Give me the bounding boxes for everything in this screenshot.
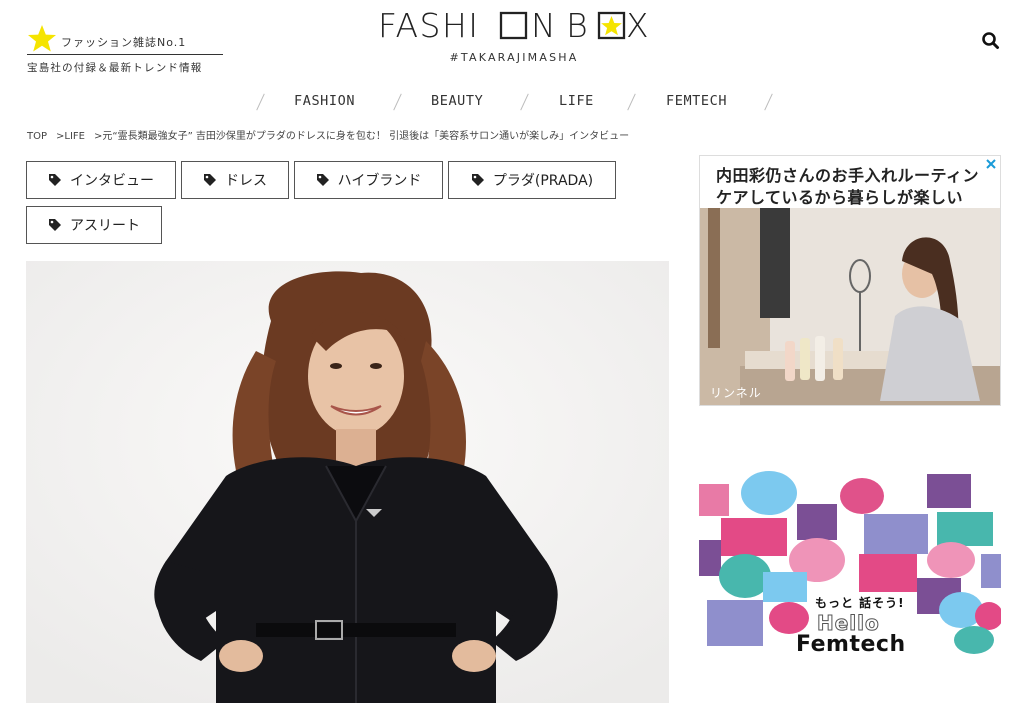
tag-dress[interactable]: ドレス [181,161,289,199]
hero-photo [26,261,669,703]
nav-divider [524,92,525,112]
sidebar-ad-femtech[interactable]: もっと 話そう! Hello Femtech [699,468,1001,664]
tag-prada[interactable]: プラダ(PRADA) [448,161,616,199]
tag-label: プラダ(PRADA) [492,173,594,189]
search-icon [982,32,999,49]
tag-interview[interactable]: インタビュー [26,161,176,199]
breadcrumb-life[interactable]: LIFE [64,131,85,142]
ad-motto: もっと 話そう! [815,596,905,610]
logo-wordmark: FASHI N B X [378,6,649,45]
site-logo[interactable]: FASHI N B X #TAKARAJIMASHA [378,4,650,70]
tag-icon [204,174,216,186]
nav-item-femtech[interactable]: FEMTECH [666,93,727,109]
tag-athlete[interactable]: アスリート [26,206,162,244]
tag-high-brand[interactable]: ハイブランド [294,161,443,199]
logo-tagline: #TAKARAJIMASHA [449,51,579,64]
ad-headline-line2: ケアしているから暮らしが楽しい [716,188,964,207]
tag-icon [49,174,61,186]
main-nav: FASHION BEAUTY LIFE FEMTECH [0,92,1024,112]
hero-illustration [26,261,669,703]
svg-text:FASHI: FASHI [378,6,480,45]
star-icon [28,25,56,52]
search-button[interactable] [980,30,1002,52]
badge-label: ファッション雑誌No.1 [61,36,187,49]
tag-label: インタビュー [70,173,154,189]
badge-subtitle: 宝島社の付録＆最新トレンド情報 [27,62,203,74]
breadcrumb-top[interactable]: TOP [27,131,47,142]
breadcrumb-current-page: 元“霊長類最強女子” 吉田沙保里がプラダのドレスに身を包む！ 引退後は「美容系サ… [102,131,630,142]
svg-text:N B: N B [531,6,588,45]
tagline-badge: ファッション雑誌No.1 宝島社の付録＆最新トレンド情報 [27,24,223,75]
breadcrumb: TOP >LIFE >元“霊長類最強女子” 吉田沙保里がプラダのドレスに身を包む！ … [27,127,629,142]
tag-icon [316,174,329,186]
svg-text:X: X [626,6,649,45]
ad-femtech-text: Femtech [796,632,906,657]
ad-brand-label: リンネル [710,386,762,400]
nav-divider [768,92,769,112]
tag-label: ハイブランド [337,173,422,189]
ad-headline-box: 内田彩仍さんのお手入れルーティン ケアしているから暮らしが楽しい [700,156,1000,208]
tag-label: ドレス [225,173,267,189]
nav-item-beauty[interactable]: BEAUTY [431,93,483,109]
nav-divider [397,92,398,112]
ad-close-icon[interactable] [985,158,997,170]
nav-divider [631,92,632,112]
sidebar-ad-skincare[interactable]: 内田彩仍さんのお手入れルーティン ケアしているから暮らしが楽しい リンネル [699,155,1001,406]
tag-icon [471,174,484,186]
nav-item-life[interactable]: LIFE [559,93,594,109]
ad-headline-line1: 内田彩仍さんのお手入れルーティン [716,166,980,185]
tag-label: アスリート [70,218,140,234]
nav-divider [260,92,261,112]
tag-icon [49,219,61,231]
nav-item-fashion[interactable]: FASHION [294,93,355,109]
